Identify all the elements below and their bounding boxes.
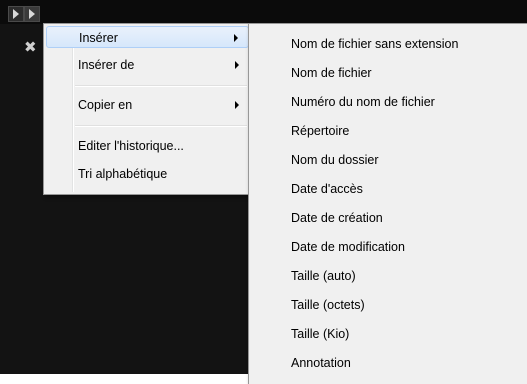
close-icon[interactable]: ✖: [24, 40, 37, 55]
menu-item-label: Tri alphabétique: [78, 167, 168, 181]
submenu-item-date-modification[interactable]: Date de modification: [291, 240, 405, 254]
menu-item-tri-alphabetique[interactable]: Tri alphabétique: [46, 163, 249, 185]
context-menu: Insérer Insérer de Copier en Editer l'hi…: [43, 23, 252, 195]
submenu-item-nom-fichier-sans-extension[interactable]: Nom de fichier sans extension: [291, 37, 458, 51]
submenu-item-nom-fichier[interactable]: Nom de fichier: [291, 66, 372, 80]
submenu-item-nom-dossier[interactable]: Nom du dossier: [291, 153, 379, 167]
submenu-item-numero-nom-fichier[interactable]: Numéro du nom de fichier: [291, 95, 435, 109]
menu-item-label: Editer l'historique...: [78, 139, 184, 153]
submenu-item-taille-auto[interactable]: Taille (auto): [291, 269, 356, 283]
submenu-item-date-acces[interactable]: Date d'accès: [291, 182, 363, 196]
submenu-item-taille-octets[interactable]: Taille (octets): [291, 298, 365, 312]
submenu-item-annotation[interactable]: Annotation: [291, 356, 351, 370]
menu-item-label: Insérer: [79, 31, 118, 45]
submenu-inserer: Nom de fichier sans extension Nom de fic…: [248, 23, 527, 384]
play-icon[interactable]: [24, 6, 40, 22]
menu-separator: [75, 125, 247, 127]
menu-item-label: Copier en: [78, 98, 133, 112]
menu-item-inserer[interactable]: Insérer: [46, 26, 249, 48]
submenu-item-taille-kio[interactable]: Taille (Kio): [291, 327, 349, 341]
submenu-item-date-creation[interactable]: Date de création: [291, 211, 383, 225]
menu-separator: [75, 85, 247, 87]
submenu-arrow-icon: [235, 101, 239, 109]
submenu-item-repertoire[interactable]: Répertoire: [291, 124, 349, 138]
menu-toggle-icon[interactable]: [8, 6, 24, 22]
toolbar-strip: [0, 0, 527, 24]
menu-item-copier-en[interactable]: Copier en: [46, 94, 249, 116]
menu-item-label: Insérer de: [78, 58, 135, 72]
submenu-arrow-icon: [235, 61, 239, 69]
submenu-arrow-icon: [234, 34, 238, 42]
menu-item-inserer-de[interactable]: Insérer de: [46, 54, 249, 76]
menu-item-editer-historique[interactable]: Editer l'historique...: [46, 135, 249, 157]
